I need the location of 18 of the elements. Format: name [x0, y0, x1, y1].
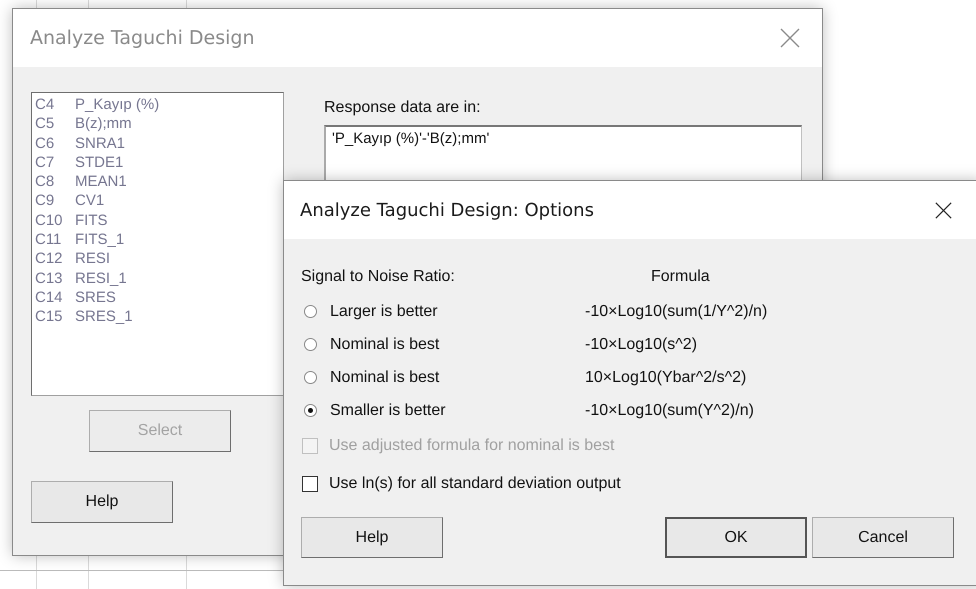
- column-heading: Formula: [650, 268, 710, 286]
- field-label: Response data are in:: [324, 99, 482, 117]
- cancel-button[interactable]: Cancel: [812, 517, 954, 558]
- radio-option[interactable]: Nominal is best: [301, 368, 585, 386]
- close-icon[interactable]: [935, 202, 952, 218]
- radio-option[interactable]: Larger is better: [301, 302, 585, 320]
- ok-button[interactable]: OK: [665, 517, 807, 558]
- formula-text: 10×Log10(Ybar^2/s^2): [585, 368, 746, 386]
- help-button[interactable]: Help: [301, 517, 443, 558]
- window-title: Analyze Taguchi Design: Options: [300, 200, 594, 220]
- formula-text: -10×Log10(s^2): [585, 336, 698, 354]
- window-title: Analyze Taguchi Design: [30, 27, 255, 49]
- checkbox-option[interactable]: Use ln(s) for all standard deviation output: [301, 465, 976, 503]
- formula-text: -10×Log10(sum(1/Y^2)/n): [585, 302, 768, 320]
- radio-option[interactable]: Smaller is better: [301, 402, 585, 420]
- radio-option[interactable]: Nominal is best: [301, 336, 585, 354]
- formula-text: -10×Log10(sum(Y^2)/n): [585, 402, 754, 420]
- section-label: Signal to Noise Ratio:: [301, 268, 456, 286]
